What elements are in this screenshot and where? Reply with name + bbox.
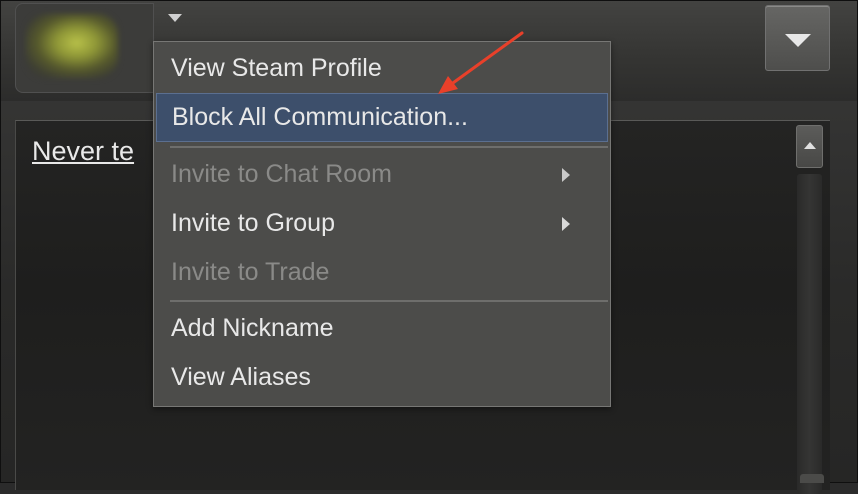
menu-item-label: View Aliases — [171, 363, 311, 391]
menu-separator — [170, 300, 608, 302]
menu-item-label: Invite to Chat Room — [171, 160, 392, 188]
menu-separator — [170, 146, 608, 148]
menu-item-view-aliases[interactable]: View Aliases — [154, 353, 610, 402]
chat-scrollbar[interactable] — [795, 124, 825, 494]
window-menu-button[interactable] — [765, 5, 830, 71]
menu-item-label: Invite to Group — [171, 209, 335, 237]
menu-item-invite-to-group[interactable]: Invite to Group — [154, 199, 610, 248]
submenu-arrow-icon — [562, 168, 570, 182]
scroll-down-button[interactable] — [800, 474, 824, 483]
menu-item-view-steam-profile[interactable]: View Steam Profile — [154, 44, 610, 93]
scroll-up-button[interactable] — [796, 125, 823, 168]
submenu-arrow-icon — [562, 217, 570, 231]
menu-item-label: Invite to Trade — [171, 258, 330, 286]
caret-down-icon[interactable] — [168, 14, 182, 22]
friend-avatar[interactable] — [15, 3, 154, 93]
chat-history-link[interactable]: Never te — [32, 136, 154, 167]
menu-item-label: View Steam Profile — [171, 54, 382, 82]
friend-context-menu: View Steam Profile Block All Communicati… — [153, 41, 611, 407]
menu-item-label: Block All Communication... — [172, 103, 468, 131]
menu-item-block-all-communication[interactable]: Block All Communication... — [156, 93, 608, 142]
menu-item-label: Add Nickname — [171, 314, 334, 342]
menu-item-invite-to-chat-room: Invite to Chat Room — [154, 150, 610, 199]
scroll-track[interactable] — [797, 174, 822, 494]
chevron-down-icon — [785, 34, 811, 47]
scroll-up-arrow-icon — [804, 142, 816, 149]
menu-item-invite-to-trade: Invite to Trade — [154, 248, 610, 297]
avatar-image — [26, 14, 118, 78]
menu-item-add-nickname[interactable]: Add Nickname — [154, 304, 610, 353]
